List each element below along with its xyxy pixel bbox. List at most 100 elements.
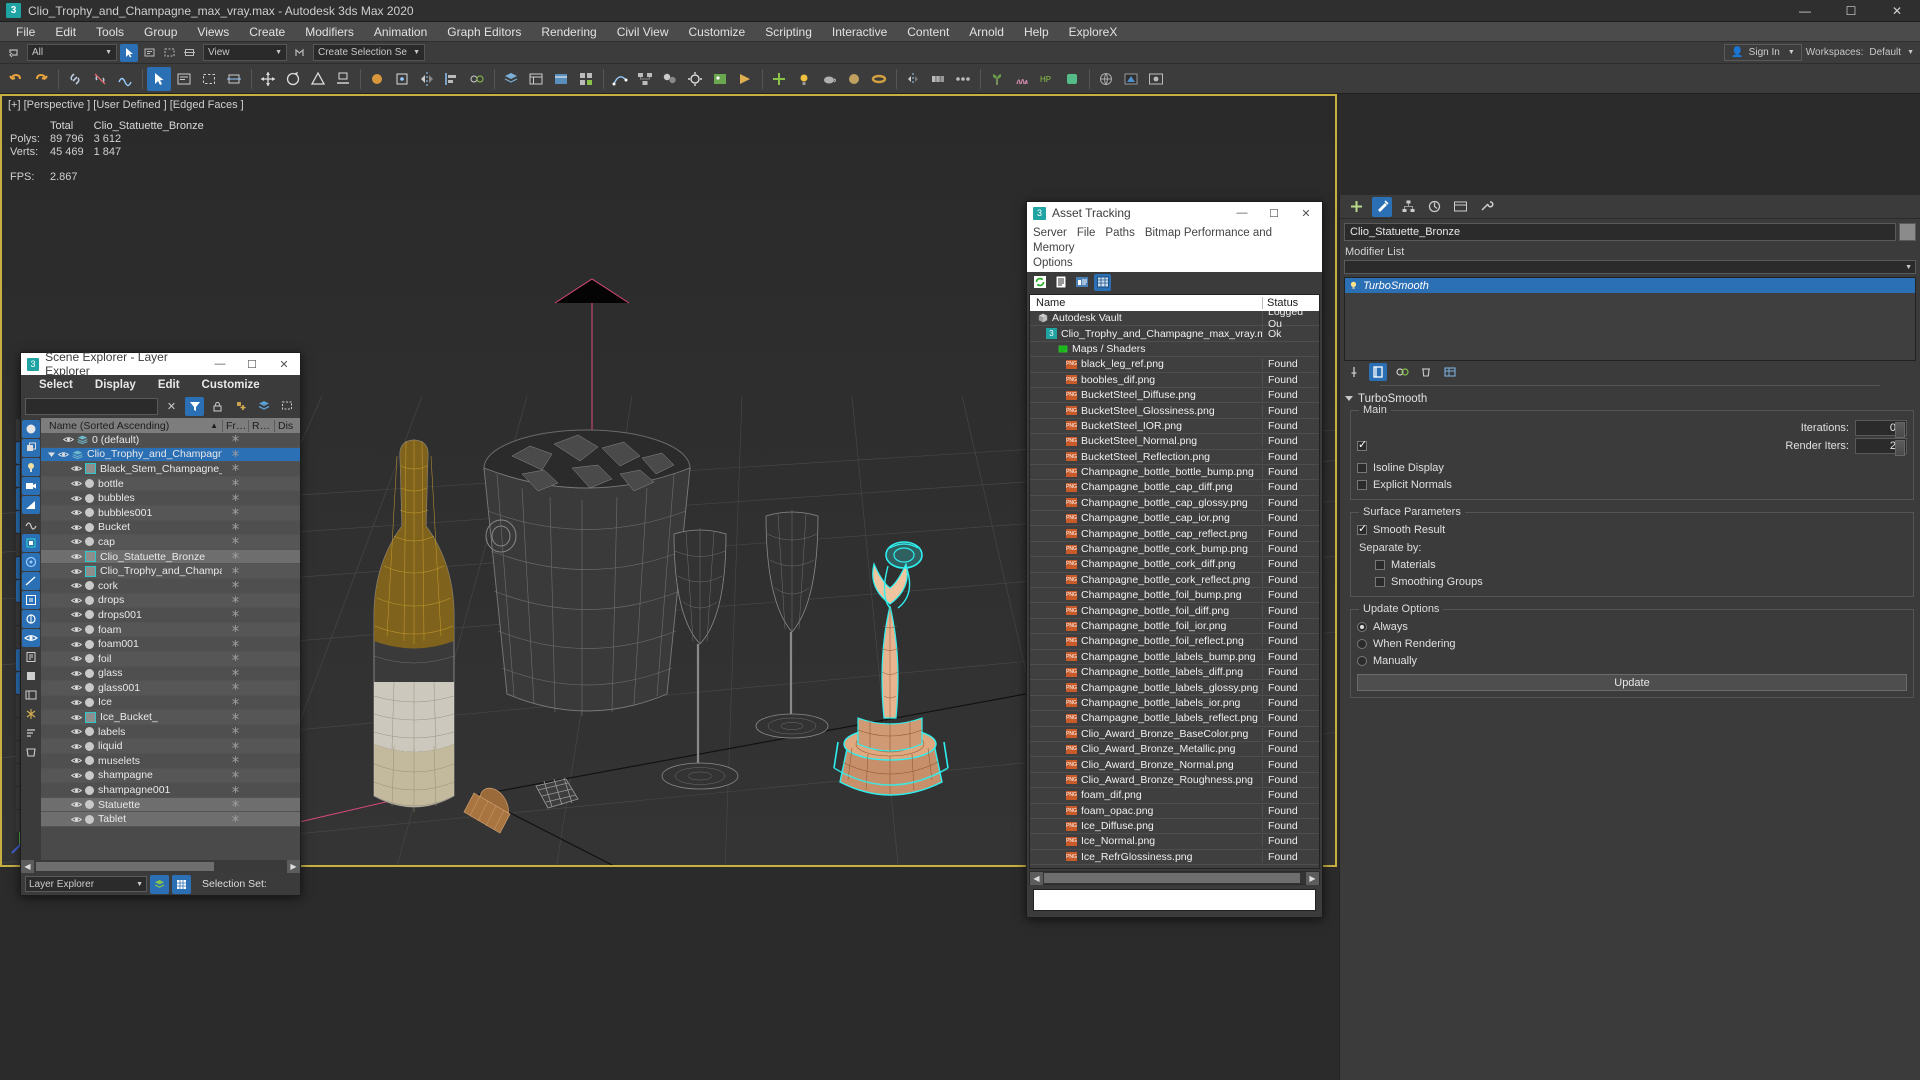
asset-row[interactable]: PNG BucketSteel_Reflection.png Found [1030,450,1319,465]
modifier-list-dropdown[interactable]: ▼ [1344,260,1916,274]
light-icon[interactable] [792,67,816,91]
always-radio[interactable] [1357,621,1367,632]
scene-explorer-icon[interactable] [524,67,548,91]
asset-row[interactable]: PNG Ice_Normal.png Found [1030,834,1319,850]
visibility-eye-icon[interactable] [71,567,82,576]
asset-row[interactable]: PNG Champagne_bottle_labels_bump.png Found [1030,650,1319,665]
frozen-cell[interactable] [222,668,248,679]
menu-create[interactable]: Create [239,22,295,42]
se-tool-particles-icon[interactable] [22,553,40,571]
rectangular-region-icon[interactable] [197,67,221,91]
menu-help[interactable]: Help [1014,22,1059,42]
layer-row[interactable]: foam001 [41,637,300,652]
window-crossing-tool-icon[interactable] [222,67,246,91]
visibility-eye-icon[interactable] [71,727,82,736]
menu-explorex[interactable]: ExploreX [1059,22,1128,42]
visibility-eye-icon[interactable] [71,523,82,532]
at-hscroll-thumb[interactable] [1044,873,1300,883]
se-col-name[interactable]: Name (Sorted Ascending) [49,420,169,432]
frozen-cell[interactable] [222,814,248,825]
freeze-snowflake-icon[interactable] [231,493,240,502]
freeze-snowflake-icon[interactable] [231,653,240,662]
asset-tracking-minimize-button[interactable]: — [1226,202,1258,224]
select-and-rotate-icon[interactable] [281,67,305,91]
hp-icon[interactable]: HP [1035,67,1059,91]
layer-row[interactable]: Ice_Bucket_ [41,710,300,725]
redo-icon[interactable] [29,67,53,91]
expand-arrow-icon[interactable] [47,450,56,459]
asset-row[interactable]: PNG Champagne_bottle_foil_reflect.png Foun… [1030,634,1319,650]
torus-icon[interactable] [867,67,891,91]
frozen-cell[interactable] [222,726,248,737]
frozen-cell[interactable] [222,682,248,693]
menu-animation[interactable]: Animation [364,22,437,42]
asset-row[interactable]: 3 Clio_Trophy_and_Champagne_max_vray.max O… [1030,326,1319,342]
frozen-cell[interactable] [222,463,248,474]
manage-layers-icon[interactable] [574,67,598,91]
freeze-snowflake-icon[interactable] [231,595,240,604]
teapot-icon[interactable] [817,67,841,91]
asset-tracking-table[interactable]: Name Status Autodesk Vault Logged Ou 3 Clio… [1029,294,1320,869]
asset-row[interactable]: PNG Champagne_bottle_cap_reflect.png Found [1030,526,1319,542]
se-tool-freeze-icon[interactable] [22,705,40,723]
clear-search-icon[interactable]: ✕ [162,397,181,416]
frozen-cell[interactable] [222,609,248,620]
freeze-snowflake-icon[interactable] [231,755,240,764]
asset-row[interactable]: PNG foam_dif.png Found [1030,788,1319,804]
layer-row[interactable]: bottle [41,476,300,492]
select-and-place-icon[interactable] [331,67,355,91]
layer-row[interactable]: Ice [41,695,300,711]
se-menu-display[interactable]: Display [95,379,136,391]
maximize-button[interactable]: ☐ [1828,0,1874,22]
reference-coord-system-icon[interactable] [365,67,389,91]
menu-group[interactable]: Group [134,22,187,42]
tab-display[interactable] [1450,197,1470,217]
modifier-stack[interactable]: TurboSmooth [1344,277,1916,361]
menu-views[interactable]: Views [187,22,239,42]
undo-history-icon[interactable] [4,44,22,62]
visibility-eye-icon[interactable] [71,610,82,619]
freeze-snowflake-icon[interactable] [231,726,240,735]
asset-row[interactable]: PNG Champagne_bottle_foil_ior.png Found [1030,619,1319,635]
freeze-snowflake-icon[interactable] [231,536,240,545]
selection-filter-dropdown[interactable]: All ▼ [27,44,117,61]
frozen-cell[interactable] [222,785,248,796]
layer-row[interactable]: drops001 [41,608,300,623]
frozen-cell[interactable] [222,434,248,445]
tab-utilities[interactable] [1476,197,1496,217]
freeze-snowflake-icon[interactable] [231,566,240,575]
remove-modifier-icon[interactable] [1417,363,1435,381]
asset-tracking-hscrollbar[interactable]: ◀ ▶ [1029,871,1320,885]
visibility-eye-icon[interactable] [71,625,82,634]
asset-row[interactable]: PNG Champagne_bottle_labels_ior.png Found [1030,696,1319,712]
freeze-snowflake-icon[interactable] [231,551,240,560]
hair-fur-icon[interactable] [1010,67,1034,91]
frozen-cell[interactable] [222,493,248,504]
freeze-snowflake-icon[interactable] [231,799,240,808]
asset-row[interactable]: PNG BucketSteel_IOR.png Found [1030,419,1319,435]
freeze-snowflake-icon[interactable] [231,639,240,648]
layer-row[interactable]: bubbles001 [41,505,300,521]
asset-row[interactable]: PNG Champagne_bottle_labels_reflect.png Fo… [1030,711,1319,727]
scene-explorer-maximize-button[interactable]: ☐ [236,353,268,375]
scene-explorer-close-button[interactable]: ✕ [268,353,300,375]
at-menu-file[interactable]: File [1077,227,1096,239]
plugin-icon[interactable] [1060,67,1084,91]
asset-row[interactable]: PNG Champagne_bottle_cork_reflect.png Foun… [1030,573,1319,589]
workspaces-selector[interactable]: Workspaces: Default ▼ [1806,47,1914,58]
menu-graph-editors[interactable]: Graph Editors [437,22,531,42]
sphere-icon[interactable] [842,67,866,91]
asset-row[interactable]: PNG Champagne_bottle_cork_diff.png Found [1030,557,1319,573]
menu-edit[interactable]: Edit [45,22,86,42]
when-rendering-radio[interactable] [1357,638,1367,649]
update-button[interactable]: Update [1357,674,1907,691]
se-tool-lights-icon[interactable] [22,458,40,476]
align-icon[interactable] [440,67,464,91]
se-tool-display-icon[interactable] [22,629,40,647]
layer-row[interactable]: shampagne001 [41,783,300,798]
asset-row[interactable]: PNG BucketSteel_Glossiness.png Found [1030,403,1319,419]
select-link-icon[interactable] [63,67,87,91]
asset-row[interactable]: PNG BucketSteel_Diffuse.png Found [1030,388,1319,404]
layer-row[interactable]: Clio_Trophy_and_Champagne [41,564,300,579]
tab-create[interactable] [1346,197,1366,217]
